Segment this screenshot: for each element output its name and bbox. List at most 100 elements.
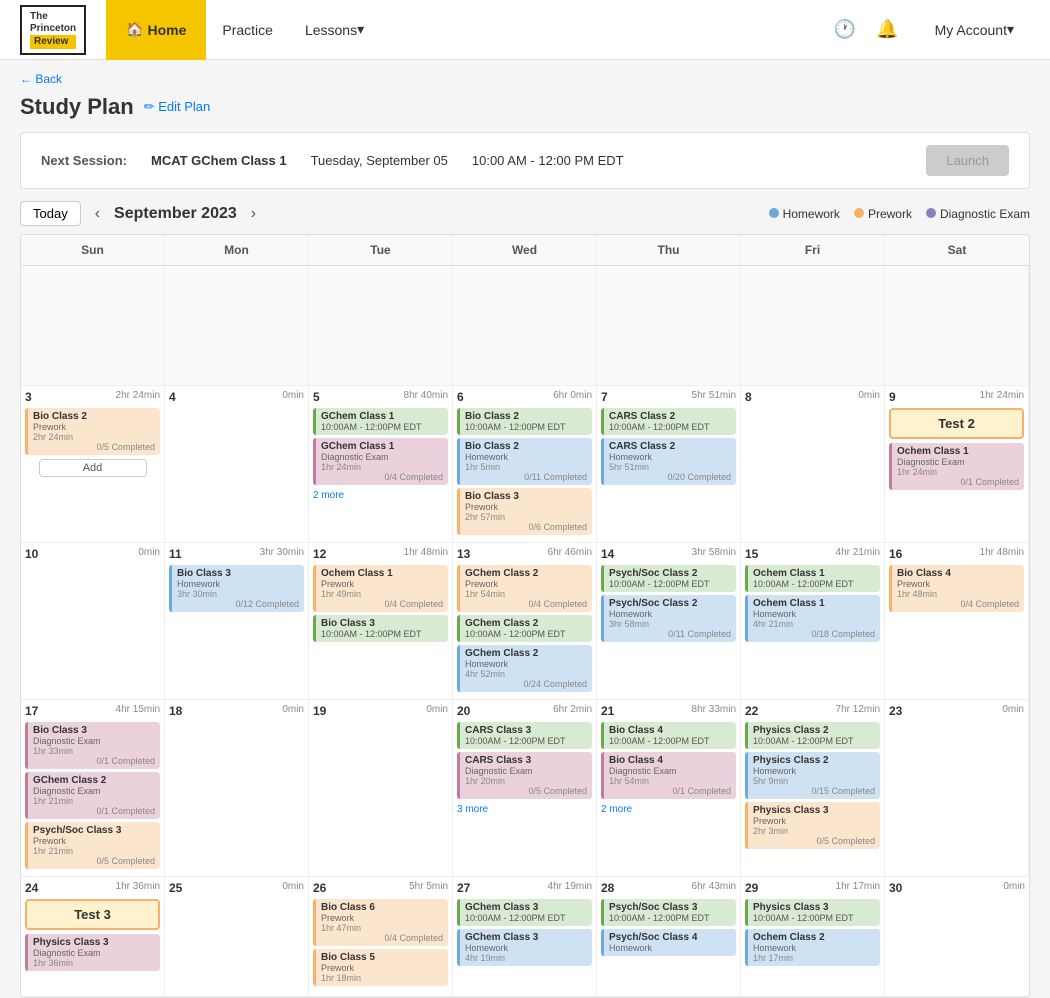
cell-sep28: 28 6hr 43min Psych/Soc Class 3 10:00AM -… xyxy=(597,877,741,997)
event-ochem-class1-diag-sep9[interactable]: Ochem Class 1 Diagnostic Exam 1hr 24min … xyxy=(889,443,1024,490)
event-bio-class4-sep21[interactable]: Bio Class 4 10:00AM - 12:00PM EDT xyxy=(601,722,736,749)
cell-sep24: 24 1hr 36min Test 3 Physics Class 3 Diag… xyxy=(21,877,165,997)
event-gchem-class1-sep5[interactable]: GChem Class 1 10:00AM - 12:00PM EDT xyxy=(313,408,448,435)
legend: Homework Prework Diagnostic Exam xyxy=(769,207,1030,221)
event-gchem-class2-sep13[interactable]: GChem Class 2 10:00AM - 12:00PM EDT xyxy=(457,615,592,642)
cell-aug30 xyxy=(453,266,597,386)
event-cars-class2-sep7[interactable]: CARS Class 2 10:00AM - 12:00PM EDT xyxy=(601,408,736,435)
event-psych-soc-class3-sep28[interactable]: Psych/Soc Class 3 10:00AM - 12:00PM EDT xyxy=(601,899,736,926)
day-header-sat: Sat xyxy=(885,235,1029,265)
event-bio-class2-prework[interactable]: Bio Class 2 Prework 2hr 24min 0/5 Comple… xyxy=(25,408,160,455)
next-session-label: Next Session: xyxy=(41,153,127,168)
event-gchem-class3-hw[interactable]: GChem Class 3 Homework 4hr 19min xyxy=(457,929,592,966)
event-ochem-class2-hw[interactable]: Ochem Class 2 Homework 1hr 17min xyxy=(745,929,880,966)
logo[interactable]: The Princeton Review xyxy=(20,5,86,55)
cell-sep30: 30 0min xyxy=(885,877,1029,997)
cell-sep12: 12 1hr 48min Ochem Class 1 Prework 1hr 4… xyxy=(309,543,453,700)
event-bio-class3-sep12[interactable]: Bio Class 3 10:00AM - 12:00PM EDT xyxy=(313,615,448,642)
cell-sep9: 9 1hr 24min Test 2 Ochem Class 1 Diagnos… xyxy=(885,386,1029,543)
next-month-button[interactable]: › xyxy=(247,205,260,223)
cell-sep19: 19 0min xyxy=(309,700,453,877)
event-bio-class4-diag[interactable]: Bio Class 4 Diagnostic Exam 1hr 54min 0/… xyxy=(601,752,736,799)
event-bio-class2-sep6[interactable]: Bio Class 2 10:00AM - 12:00PM EDT xyxy=(457,408,592,435)
more-link-sep21[interactable]: 2 more xyxy=(601,802,736,817)
cell-sep26: 26 5hr 5min Bio Class 6 Prework 1hr 47mi… xyxy=(309,877,453,997)
event-gchem-class2-hw[interactable]: GChem Class 2 Homework 4hr 52min 0/24 Co… xyxy=(457,645,592,692)
cell-sep5: 5 8hr 40min GChem Class 1 10:00AM - 12:0… xyxy=(309,386,453,543)
event-bio-class5-prework[interactable]: Bio Class 5 Prework 1hr 18min xyxy=(313,949,448,986)
event-ochem-class1-hw[interactable]: Ochem Class 1 Homework 4hr 21min 0/18 Co… xyxy=(745,595,880,642)
cell-sep17: 17 4hr 15min Bio Class 3 Diagnostic Exam… xyxy=(21,700,165,877)
cell-sep2 xyxy=(885,266,1029,386)
cell-aug31 xyxy=(597,266,741,386)
cell-aug29 xyxy=(309,266,453,386)
nav-practice[interactable]: Practice xyxy=(206,0,289,60)
launch-button[interactable]: Launch xyxy=(926,145,1009,176)
cell-sep20: 20 6hr 2min CARS Class 3 10:00AM - 12:00… xyxy=(453,700,597,877)
calendar-header: Sun Mon Tue Wed Thu Fri Sat xyxy=(21,235,1029,266)
event-gchem-class2-prework[interactable]: GChem Class 2 Prework 1hr 54min 0/4 Comp… xyxy=(457,565,592,612)
event-psych-soc-class4-hw[interactable]: Psych/Soc Class 4 Homework xyxy=(601,929,736,956)
cell-sep11: 11 3hr 30min Bio Class 3 Homework 3hr 30… xyxy=(165,543,309,700)
calendar: Sun Mon Tue Wed Thu Fri Sat 3 2hr 24min … xyxy=(20,234,1030,998)
event-ochem-class1-prework[interactable]: Ochem Class 1 Prework 1hr 49min 0/4 Comp… xyxy=(313,565,448,612)
today-button[interactable]: Today xyxy=(20,201,81,226)
event-psych-soc-class2-hw[interactable]: Psych/Soc Class 2 Homework 3hr 58min 0/1… xyxy=(601,595,736,642)
event-test2[interactable]: Test 2 xyxy=(889,408,1024,439)
event-cars-class3-sep20[interactable]: CARS Class 3 10:00AM - 12:00PM EDT xyxy=(457,722,592,749)
breadcrumb: ← Back xyxy=(0,60,1050,90)
cell-sep1 xyxy=(741,266,885,386)
cell-aug28 xyxy=(165,266,309,386)
day-header-sun: Sun xyxy=(21,235,165,265)
event-psych-soc-class2-sep14[interactable]: Psych/Soc Class 2 10:00AM - 12:00PM EDT xyxy=(601,565,736,592)
event-physics-class2-sep22[interactable]: Physics Class 2 10:00AM - 12:00PM EDT xyxy=(745,722,880,749)
cell-sep23: 23 0min xyxy=(885,700,1029,877)
event-bio-class3-prework-sep6[interactable]: Bio Class 3 Prework 2hr 57min 0/6 Comple… xyxy=(457,488,592,535)
day-header-tue: Tue xyxy=(309,235,453,265)
homework-dot xyxy=(769,208,779,218)
add-button-sep3[interactable]: Add xyxy=(39,459,147,477)
event-bio-class2-hw[interactable]: Bio Class 2 Homework 1hr 5min 0/11 Compl… xyxy=(457,438,592,485)
event-gchem-class1-diag[interactable]: GChem Class 1 Diagnostic Exam 1hr 24min … xyxy=(313,438,448,485)
cell-sep25: 25 0min xyxy=(165,877,309,997)
event-gchem-class3-sep27[interactable]: GChem Class 3 10:00AM - 12:00PM EDT xyxy=(457,899,592,926)
event-cars-class2-hw[interactable]: CARS Class 2 Homework 5hr 51min 0/20 Com… xyxy=(601,438,736,485)
event-physics-class3-prework[interactable]: Physics Class 3 Prework 2hr 3min 0/5 Com… xyxy=(745,802,880,849)
nav-home[interactable]: 🏠 Home xyxy=(106,0,206,60)
event-bio-class6-prework[interactable]: Bio Class 6 Prework 1hr 47min 0/4 Comple… xyxy=(313,899,448,946)
page-title-row: Study Plan ✏ Edit Plan xyxy=(0,90,1050,132)
logo-line3: Review xyxy=(30,35,76,49)
next-session-date: Tuesday, September 05 xyxy=(311,153,448,168)
event-test3[interactable]: Test 3 xyxy=(25,899,160,930)
more-link-sep20[interactable]: 3 more xyxy=(457,802,592,817)
prework-dot xyxy=(854,208,864,218)
nav-lessons[interactable]: Lessons ▾ xyxy=(289,0,380,60)
cell-sep22: 22 7hr 12min Physics Class 2 10:00AM - 1… xyxy=(741,700,885,877)
cell-sep7: 7 5hr 51min CARS Class 2 10:00AM - 12:00… xyxy=(597,386,741,543)
event-bio-class4-prework[interactable]: Bio Class 4 Prework 1hr 48min 0/4 Comple… xyxy=(889,565,1024,612)
edit-plan-link[interactable]: ✏ Edit Plan xyxy=(144,99,211,115)
next-session-time: 10:00 AM - 12:00 PM EDT xyxy=(472,153,624,168)
more-link-sep5[interactable]: 2 more xyxy=(313,488,448,503)
cell-sep3: 3 2hr 24min Bio Class 2 Prework 2hr 24mi… xyxy=(21,386,165,543)
event-bio-class3-hw[interactable]: Bio Class 3 Homework 3hr 30min 0/12 Comp… xyxy=(169,565,304,612)
homework-legend: Homework xyxy=(769,207,840,221)
event-ochem-class1-sep15[interactable]: Ochem Class 1 10:00AM - 12:00PM EDT xyxy=(745,565,880,592)
event-cars-class3-diag[interactable]: CARS Class 3 Diagnostic Exam 1hr 20min 0… xyxy=(457,752,592,799)
prev-month-button[interactable]: ‹ xyxy=(91,205,104,223)
event-physics-class3-sep29[interactable]: Physics Class 3 10:00AM - 12:00PM EDT xyxy=(745,899,880,926)
clock-icon[interactable]: 🕐 xyxy=(834,19,856,40)
cell-sep6: 6 6hr 0min Bio Class 2 10:00AM - 12:00PM… xyxy=(453,386,597,543)
back-link[interactable]: ← Back xyxy=(20,72,62,86)
logo-line1: The xyxy=(30,11,76,23)
event-gchem-class2-diag[interactable]: GChem Class 2 Diagnostic Exam 1hr 21min … xyxy=(25,772,160,819)
calendar-grid: 3 2hr 24min Bio Class 2 Prework 2hr 24mi… xyxy=(21,266,1029,997)
nav-account[interactable]: My Account ▾ xyxy=(919,0,1030,60)
day-header-thu: Thu xyxy=(597,235,741,265)
event-physics-class2-hw[interactable]: Physics Class 2 Homework 5hr 9min 0/15 C… xyxy=(745,752,880,799)
cell-sep13: 13 6hr 46min GChem Class 2 Prework 1hr 5… xyxy=(453,543,597,700)
event-physics-class3-diag[interactable]: Physics Class 3 Diagnostic Exam 1hr 36mi… xyxy=(25,934,160,971)
bell-icon[interactable]: 🔔 xyxy=(876,19,898,40)
event-psych-soc-class3-prework[interactable]: Psych/Soc Class 3 Prework 1hr 21min 0/5 … xyxy=(25,822,160,869)
event-bio-class3-diag[interactable]: Bio Class 3 Diagnostic Exam 1hr 33min 0/… xyxy=(25,722,160,769)
